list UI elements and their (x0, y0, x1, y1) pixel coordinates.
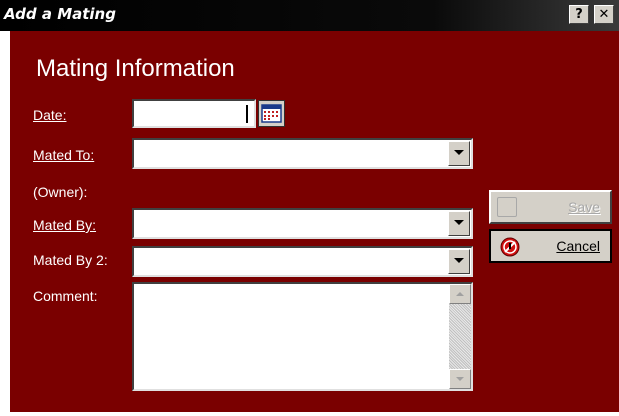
text-cursor (246, 105, 248, 123)
close-icon: ✕ (598, 7, 610, 22)
cancel-button[interactable]: Cancel (489, 229, 612, 263)
form-panel: Mating Information Date: Mated To: (Owne… (10, 31, 619, 412)
calendar-button[interactable] (258, 100, 285, 127)
mated-by-label: Mated By: (33, 217, 97, 233)
chevron-down-icon[interactable] (448, 249, 470, 274)
scroll-up-icon[interactable] (449, 284, 471, 304)
save-button[interactable]: Save (489, 190, 612, 224)
mated-to-combo[interactable] (132, 138, 473, 169)
comment-label: Comment: (33, 288, 98, 304)
save-icon (497, 197, 517, 217)
window-title: Add a Mating (4, 5, 116, 23)
owner-label: (Owner): (33, 184, 88, 200)
close-button[interactable]: ✕ (594, 5, 614, 24)
page-title: Mating Information (36, 55, 235, 82)
mated-by-2-combo[interactable] (132, 246, 473, 277)
cancel-icon (500, 237, 520, 257)
help-button[interactable]: ? (569, 5, 589, 24)
date-label: Date: (33, 107, 67, 123)
add-mating-dialog: Add a Mating ? ✕ Mating Information Date… (0, 0, 619, 416)
calendar-icon (261, 104, 282, 123)
save-button-label: Save (568, 199, 600, 215)
chevron-down-icon[interactable] (448, 211, 470, 236)
mated-to-label: Mated To: (33, 147, 95, 163)
date-field[interactable] (132, 99, 256, 128)
scroll-down-icon[interactable] (449, 369, 471, 389)
comment-scrollbar[interactable] (449, 284, 471, 389)
mated-by-2-label: Mated By 2: (33, 252, 108, 268)
title-bar[interactable]: Add a Mating ? ✕ (0, 0, 619, 31)
mated-by-combo[interactable] (132, 208, 473, 239)
chevron-down-icon[interactable] (448, 141, 470, 166)
cancel-button-label: Cancel (556, 238, 600, 254)
comment-textarea[interactable] (132, 282, 473, 391)
